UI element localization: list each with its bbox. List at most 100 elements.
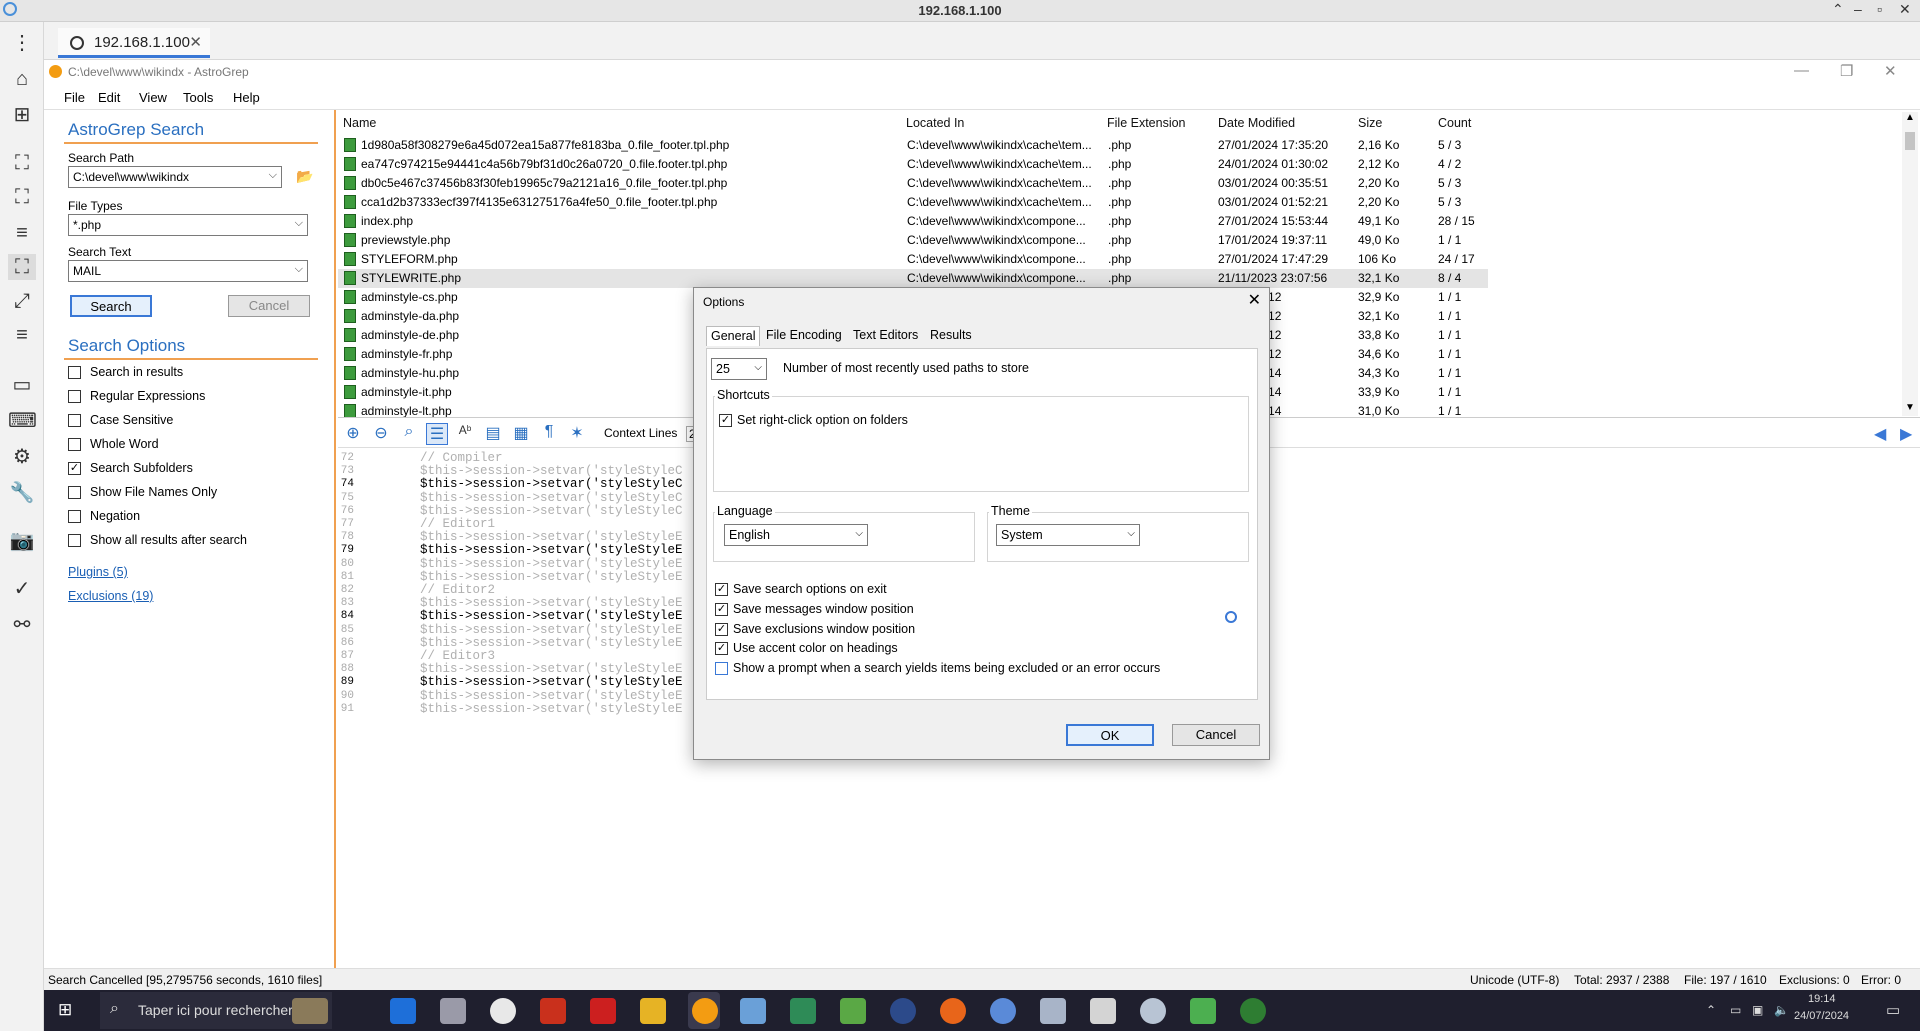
search-text-combo[interactable]: MAIL ⌵	[68, 260, 308, 282]
tray-chevron-icon[interactable]: ⌃	[1706, 1003, 1716, 1017]
column-date-modified[interactable]: Date Modified	[1218, 116, 1295, 130]
app-icon-13[interactable]	[1040, 998, 1066, 1024]
app-icon-8[interactable]	[790, 998, 816, 1024]
column-file-extension[interactable]: File Extension	[1107, 116, 1186, 130]
menu-tools[interactable]: Tools	[183, 90, 213, 105]
chevron-down-icon[interactable]: ⌵	[754, 362, 762, 373]
table-row[interactable]: index.php C:\devel\www\wikindx\compone...…	[338, 212, 1488, 231]
list-icon[interactable]: ≡	[8, 322, 36, 348]
app-icon-3[interactable]	[490, 998, 516, 1024]
collapse-icon[interactable]: ⌃	[1832, 1, 1844, 18]
search-button[interactable]: Search	[70, 295, 152, 317]
word-wrap-icon[interactable]: Aᵇ	[454, 423, 476, 445]
column-name[interactable]: Name	[343, 116, 376, 130]
tab-text-editors[interactable]: Text Editors	[853, 326, 918, 346]
tray-network-icon[interactable]: ▣	[1752, 1003, 1763, 1017]
entire-file-icon[interactable]: ▦	[510, 423, 532, 445]
checkbox-box[interactable]	[68, 438, 81, 451]
checkbox-box[interactable]: ✓	[719, 414, 732, 427]
file-types-combo[interactable]: *.php ⌵	[68, 214, 308, 236]
cancel-search-button[interactable]: Cancel	[228, 295, 310, 317]
table-row[interactable]: ea747c974215e94441c4a56b79bf31d0c26a0720…	[338, 155, 1488, 174]
scroll-thumb[interactable]	[1905, 132, 1915, 150]
checkbox-box[interactable]	[68, 414, 81, 427]
app-icon-9[interactable]	[840, 998, 866, 1024]
checkbox-box[interactable]	[68, 486, 81, 499]
checkbox-box[interactable]	[715, 662, 728, 675]
table-row[interactable]: 1d980a58f308279e6a45d072ea15a877fe8183ba…	[338, 136, 1488, 155]
check-icon[interactable]: ✓	[8, 576, 36, 602]
chevron-down-icon[interactable]: ⌵	[295, 217, 303, 230]
app-icon-7[interactable]	[740, 998, 766, 1024]
checkbox-box[interactable]: ✓	[68, 462, 81, 475]
menu-help[interactable]: Help	[233, 90, 260, 105]
column-located-in[interactable]: Located In	[906, 116, 964, 130]
checkbox-box[interactable]	[68, 390, 81, 403]
line-numbers-icon[interactable]: ☰	[426, 423, 448, 445]
zoom-in-icon[interactable]: ⊕	[342, 423, 364, 445]
tools-icon[interactable]: 🔧	[8, 480, 36, 506]
maximize-icon[interactable]: ▫	[1877, 1, 1882, 17]
language-select[interactable]: English ⌵	[724, 524, 868, 546]
column-headers-icon[interactable]: ▤	[482, 423, 504, 445]
column-count[interactable]: Count	[1438, 116, 1471, 130]
table-row[interactable]: cca1d2b37333ecf397f4135e631275176a4fe50_…	[338, 193, 1488, 212]
disconnect-icon[interactable]: ⚯	[8, 612, 36, 638]
results-scrollbar[interactable]: ▲ ▼	[1902, 112, 1918, 416]
checkbox-box[interactable]: ✓	[715, 583, 728, 596]
folder-browse-icon[interactable]: 📂	[296, 168, 314, 184]
app-icon-16[interactable]	[1190, 998, 1216, 1024]
app-icon-4[interactable]	[540, 998, 566, 1024]
tab-file-encoding[interactable]: File Encoding	[766, 326, 842, 346]
tab-close-icon[interactable]: ✕	[189, 33, 202, 51]
table-row[interactable]: previewstyle.php C:\devel\www\wikindx\com…	[338, 231, 1488, 250]
tray-time[interactable]: 19:14	[1808, 993, 1836, 1005]
more-icon[interactable]: ⋮	[8, 30, 36, 56]
checkbox-box[interactable]	[68, 366, 81, 379]
exclusions-link[interactable]: Exclusions (19)	[68, 589, 153, 603]
calculator-icon[interactable]	[1090, 998, 1116, 1024]
chevron-down-icon[interactable]: ⌵	[855, 528, 863, 539]
tray-date[interactable]: 24/07/2024	[1794, 1010, 1849, 1022]
tray-volume-icon[interactable]: 🔈	[1774, 1003, 1789, 1017]
checkbox-box[interactable]: ✓	[715, 642, 728, 655]
astrogrep-task-icon[interactable]	[692, 998, 718, 1024]
checkbox-box[interactable]	[68, 510, 81, 523]
highlight-icon[interactable]: ✶	[566, 423, 588, 445]
scroll-down-icon[interactable]: ▼	[1905, 402, 1915, 413]
fullscreen-icon[interactable]: ⛶	[8, 184, 36, 210]
firefox-icon[interactable]	[940, 998, 966, 1024]
theme-select[interactable]: System ⌵	[996, 524, 1140, 546]
app-icon-2[interactable]	[440, 998, 466, 1024]
home-icon[interactable]: ⌂	[8, 66, 36, 92]
whitespace-icon[interactable]: ¶	[538, 423, 560, 445]
window-icon[interactable]: ▭	[8, 372, 36, 398]
search-path-combo[interactable]: C:\devel\www\wikindx ⌵	[68, 166, 282, 188]
app-restore-icon[interactable]: ❐	[1840, 62, 1853, 80]
app-icon-12[interactable]	[990, 998, 1016, 1024]
tab-results[interactable]: Results	[930, 326, 972, 346]
menu-lines-icon[interactable]: ≡	[8, 220, 36, 246]
app-close-icon[interactable]: ✕	[1884, 62, 1897, 80]
fit-screen-icon[interactable]: ⛶	[8, 150, 36, 176]
chevron-down-icon[interactable]: ⌵	[269, 169, 277, 182]
windows-start-icon[interactable]: ⊞	[58, 1001, 76, 1019]
chevron-down-icon[interactable]: ⌵	[295, 263, 303, 276]
column-size[interactable]: Size	[1358, 116, 1382, 130]
ok-button[interactable]: OK	[1066, 724, 1154, 746]
notifications-icon[interactable]: ▭	[1886, 1001, 1900, 1019]
minimize-icon[interactable]: –	[1854, 1, 1862, 17]
scale-icon[interactable]: ⛶	[8, 254, 36, 280]
table-row[interactable]: db0c5e467c37456b83f30feb19965c79a2121a16…	[338, 174, 1488, 193]
tray-device-icon[interactable]: ▭	[1730, 1003, 1741, 1017]
menu-file[interactable]: File	[64, 90, 85, 105]
tab-general[interactable]: General	[706, 326, 760, 346]
zoom-reset-icon[interactable]: ⌕	[398, 423, 420, 445]
camera-icon[interactable]: 📷	[8, 528, 36, 554]
taskbar-search[interactable]: ⌕ Taper ici pour rechercher	[100, 992, 332, 1029]
previous-result-icon[interactable]: ◀	[1874, 424, 1886, 444]
dialog-close-icon[interactable]: ✕	[1248, 290, 1261, 310]
filezilla-icon[interactable]	[590, 998, 616, 1024]
file-explorer-icon[interactable]	[640, 998, 666, 1024]
chevron-down-icon[interactable]: ⌵	[1127, 528, 1135, 539]
